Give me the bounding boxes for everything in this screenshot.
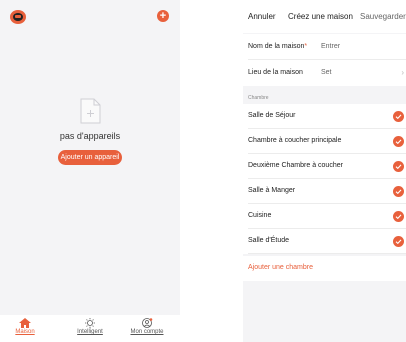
home-name-label: Nom de la maison* [248,43,307,50]
house-icon [19,318,31,328]
room-label: Deuxième Chambre à coucher [248,162,343,169]
add-room-button[interactable]: Ajouter une chambre [243,256,406,281]
user-icon [142,318,153,328]
room-item[interactable]: Cuisine [243,204,406,229]
home-screen: + pas d'appareils Ajouter un appareil Ma… [0,0,180,342]
room-item[interactable]: Salle à Manger [243,179,406,204]
add-room-label: Ajouter une chambre [248,264,313,271]
home-topbar: + [0,0,180,34]
save-button[interactable]: Sauvegarder [360,12,406,21]
home-location-field[interactable]: Lieu de la maison Set › [243,60,406,86]
room-label: Chambre à coucher principale [248,137,342,144]
checkmark-icon[interactable] [393,211,404,222]
room-label: Salle de Séjour [248,112,296,119]
chevron-right-icon: › [401,68,404,77]
home-name-input[interactable]: Entrer [321,43,340,50]
room-item[interactable]: Salle d'Étude [243,229,406,254]
home-location-label: Lieu de la maison [248,69,303,76]
nav-item-intelligent[interactable]: Intelligent [65,318,115,335]
page-title: Créez une maison [288,12,353,21]
home-name-field[interactable]: Nom de la maison* Entrer [243,34,406,60]
add-device-button[interactable]: Ajouter un appareil [58,150,122,165]
home-name-label-text: Nom de la maison [248,43,305,50]
home-location-value: Set [321,69,332,76]
nav-item-maison[interactable]: Maison [0,318,50,335]
rooms-section-label: Chambre [248,95,269,101]
cancel-button[interactable]: Annuler [248,12,276,21]
checkmark-icon[interactable] [393,186,404,197]
create-home-header: Annuler Créez une maison Sauvegarder [243,0,406,33]
checkmark-icon[interactable] [393,111,404,122]
bottom-navigation: Maison Intelligent Mon compte [0,315,180,342]
nav-item-mon-compte[interactable]: Mon compte [122,318,172,335]
app-logo-icon[interactable] [10,10,26,24]
create-home-screen: Annuler Créez une maison Sauvegarder Nom… [243,0,406,342]
empty-device-icon [80,98,101,124]
nav-label-maison: Maison [15,329,35,335]
divider [248,253,406,254]
room-item[interactable]: Salle de Séjour [243,104,406,129]
room-item[interactable]: Deuxième Chambre à coucher [243,154,406,179]
empty-state-text: pas d'appareils [59,131,121,141]
add-icon[interactable]: + [157,10,169,22]
room-item[interactable]: Chambre à coucher principale [243,129,406,154]
required-mark: * [304,43,308,50]
room-label: Salle d'Étude [248,237,290,244]
nav-label-intelligent: Intelligent [77,329,103,335]
room-label: Cuisine [248,212,272,219]
checkmark-icon[interactable] [393,236,404,247]
room-label: Salle à Manger [248,187,296,194]
nav-label-mon-compte: Mon compte [130,329,164,335]
checkmark-icon[interactable] [393,136,404,147]
checkmark-icon[interactable] [393,161,404,172]
sun-icon [85,318,95,328]
